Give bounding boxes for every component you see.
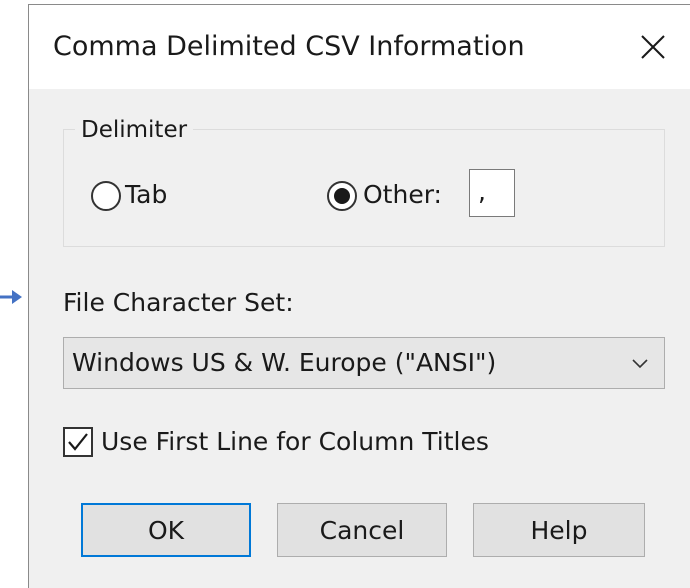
annotation-arrow [0,290,22,304]
other-radio-label[interactable]: Other: [363,179,442,211]
help-button[interactable]: Help [473,503,645,557]
tab-radio-label[interactable]: Tab [125,179,167,211]
cancel-button[interactable]: Cancel [277,503,447,557]
close-button[interactable] [625,19,681,75]
other-delimiter-input[interactable]: , [469,169,515,217]
close-icon [641,35,665,59]
title-bar: Comma Delimited CSV Information [29,5,690,89]
charset-select[interactable]: Windows US & W. Europe ("ANSI") [63,337,665,389]
tab-radio[interactable] [91,181,121,211]
charset-label: File Character Set: [63,288,294,317]
checkmark-icon [68,433,88,451]
other-radio[interactable] [327,181,357,211]
dialog-title: Comma Delimited CSV Information [53,31,525,62]
ok-button[interactable]: OK [81,503,251,557]
delimiter-legend: Delimiter [75,115,194,145]
first-line-titles-label[interactable]: Use First Line for Column Titles [101,426,489,458]
charset-selected-value: Windows US & W. Europe ("ANSI") [72,348,497,377]
radio-selected-dot [334,188,350,204]
first-line-titles-checkbox[interactable] [63,427,93,457]
csv-info-dialog: Comma Delimited CSV Information Delimite… [28,4,690,588]
chevron-down-icon [632,359,648,369]
